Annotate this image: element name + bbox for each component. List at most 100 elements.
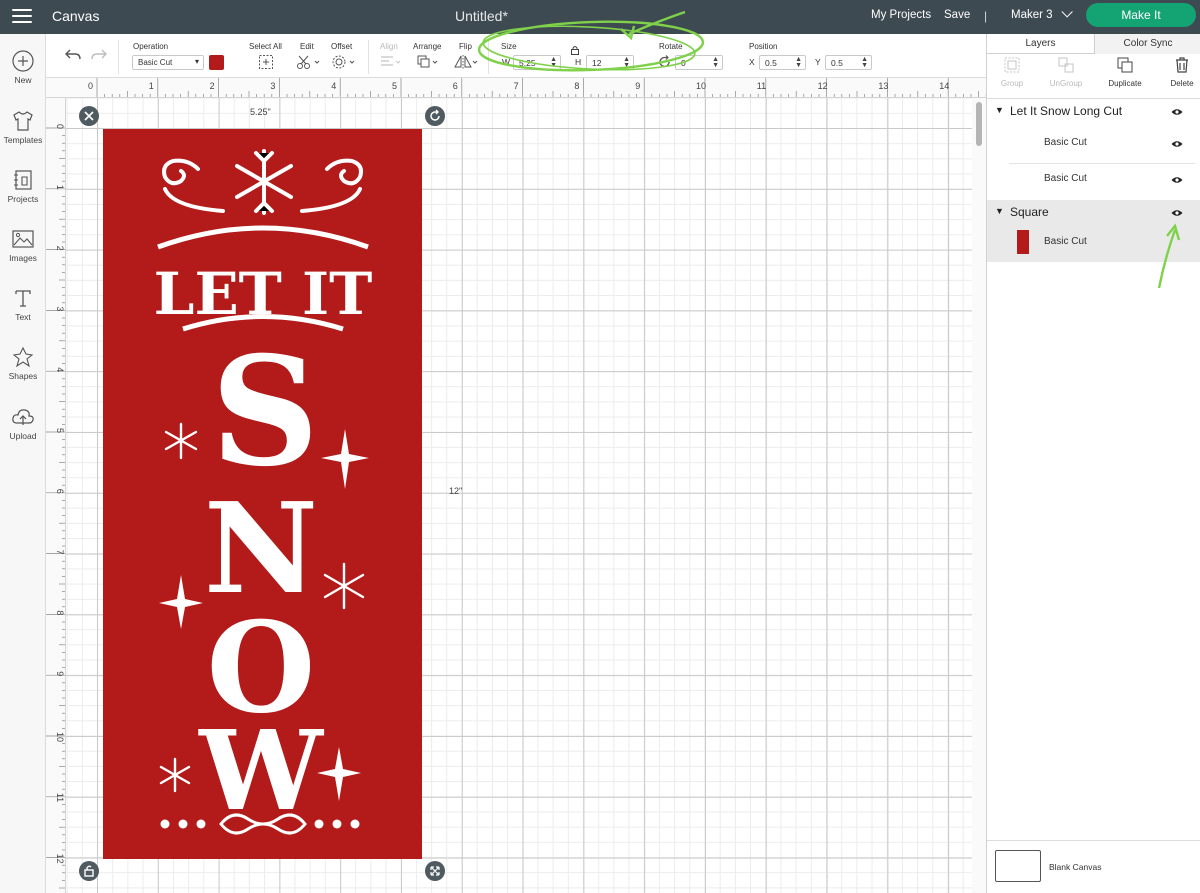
height-dimension-label: 12" [449, 486, 463, 496]
edit-scissors-icon[interactable] [296, 54, 320, 70]
select-all-label: Select All [249, 42, 282, 51]
edit-label: Edit [300, 42, 314, 51]
delete-label: Delete [1170, 79, 1194, 88]
vertical-scrollbar[interactable] [972, 98, 986, 893]
layer-item[interactable]: Basic Cut [1009, 130, 1195, 164]
machine-selector[interactable]: Maker 3 [1011, 6, 1073, 21]
upload-tool-label: Upload [9, 431, 37, 441]
ruler-label: 0 [88, 81, 93, 91]
lock-icon[interactable] [570, 45, 580, 55]
rotate-label: Rotate [659, 42, 683, 51]
ruler-label: 0 [55, 124, 65, 129]
ruler-label: 11 [757, 81, 766, 91]
duplicate-button[interactable]: Duplicate [1100, 56, 1150, 88]
images-tool-label: Images [9, 253, 37, 263]
ruler-label: 3 [270, 81, 275, 91]
ruler-label: 9 [635, 81, 640, 91]
width-label: W [502, 57, 511, 67]
ruler-label: 1 [149, 81, 154, 91]
layer-item[interactable]: Basic Cut [1009, 228, 1195, 260]
operation-color-swatch[interactable] [209, 55, 224, 70]
y-position-input[interactable]: 0.5 ▲ ▼ [825, 55, 872, 70]
group-button[interactable]: Group [987, 56, 1037, 88]
width-value: 5.25 [519, 58, 536, 68]
ruler-label: 13 [878, 81, 888, 91]
delete-button[interactable]: Delete [1157, 56, 1200, 88]
ruler-label: 1 [55, 185, 65, 190]
ruler-label: 2 [55, 246, 65, 251]
redo-icon[interactable] [90, 48, 108, 62]
height-input[interactable]: 12 ▲ ▼ [586, 55, 634, 70]
undo-icon[interactable] [64, 48, 82, 62]
ruler-label: 12 [55, 854, 65, 864]
new-tool[interactable]: New [0, 50, 46, 85]
tab-layers[interactable]: Layers [987, 34, 1094, 54]
operation-select[interactable]: Basic Cut ▾ [132, 55, 204, 70]
select-all-icon[interactable] [258, 54, 274, 70]
images-tool[interactable]: Images [0, 228, 46, 263]
text-tool-label: Text [15, 312, 31, 322]
align-icon[interactable] [379, 54, 403, 70]
x-position-input[interactable]: 0.5 ▲ ▼ [759, 55, 806, 70]
unlock-icon [84, 865, 94, 877]
templates-tool-label: Templates [3, 135, 43, 145]
stepper-arrows-icon[interactable]: ▲ ▼ [795, 56, 802, 69]
layer-group-square[interactable]: ▼ Square [987, 205, 1200, 227]
eye-icon[interactable] [1171, 108, 1183, 116]
flip-label: Flip [459, 42, 472, 51]
ruler-ticks-top: 0 1 2 3 4 5 6 7 8 9 10 11 12 13 14 [88, 78, 986, 97]
tab-color-sync[interactable]: Color Sync [1094, 34, 1200, 54]
resize-handle[interactable] [425, 861, 445, 881]
design-canvas[interactable]: 5.25" 12" LET IT S N O W [66, 98, 972, 893]
projects-tool[interactable]: Projects [0, 169, 46, 204]
upload-tool[interactable]: Upload [0, 406, 46, 441]
hamburger-menu-icon[interactable] [12, 8, 34, 26]
height-label: H [575, 57, 582, 67]
top-bar: Canvas Untitled* My Projects Save | Make… [0, 0, 1200, 34]
ruler-label: 14 [939, 81, 949, 91]
blank-canvas-swatch[interactable] [995, 850, 1041, 882]
offset-icon[interactable] [331, 54, 357, 70]
rotate-input[interactable]: 0 ▲ ▼ [675, 55, 723, 70]
document-title[interactable]: Untitled* [455, 8, 508, 24]
stepper-arrows-icon[interactable]: ▲ ▼ [861, 56, 868, 69]
stepper-arrows-icon[interactable]: ▲ ▼ [623, 56, 630, 69]
layer-item-label: Basic Cut [1044, 173, 1087, 184]
save-button[interactable]: Save [944, 9, 970, 21]
eye-icon[interactable] [1171, 209, 1183, 217]
stepper-arrows-icon[interactable]: ▲ ▼ [712, 56, 719, 69]
x-value: 0.5 [765, 58, 777, 68]
let-it-snow-design[interactable]: LET IT S N O W [103, 129, 422, 859]
delete-handle[interactable] [79, 106, 99, 126]
shapes-tool[interactable]: Shapes [0, 346, 46, 381]
arrange-icon[interactable] [416, 54, 440, 70]
ruler-label: 10 [696, 81, 706, 91]
plus-circle-icon [12, 50, 34, 72]
layer-group-let-it-snow[interactable]: ▼ Let It Snow Long Cut [987, 104, 1200, 126]
triangle-down-icon[interactable]: ▼ [995, 105, 1004, 115]
letter-w: W [198, 706, 324, 835]
rotate-icon [430, 109, 440, 121]
triangle-down-icon[interactable]: ▼ [995, 206, 1004, 216]
make-it-button[interactable]: Make It [1086, 3, 1196, 27]
my-projects-link[interactable]: My Projects [871, 9, 931, 21]
stepper-arrows-icon[interactable]: ▲ ▼ [550, 56, 557, 69]
rotate-handle[interactable] [425, 106, 445, 126]
templates-tool[interactable]: Templates [0, 110, 46, 145]
ruler-label: 7 [514, 81, 519, 91]
eye-icon[interactable] [1171, 176, 1183, 184]
layer-item-label: Basic Cut [1044, 137, 1087, 148]
width-input[interactable]: 5.25 ▲ ▼ [513, 55, 561, 70]
width-dimension-label: 5.25" [250, 107, 271, 117]
scrollbar-thumb[interactable] [976, 102, 982, 146]
chevron-down-icon [1061, 6, 1073, 18]
flip-icon[interactable] [453, 54, 479, 70]
ruler-label: 2 [210, 81, 215, 91]
new-tool-label: New [14, 75, 32, 85]
lock-handle[interactable] [79, 861, 99, 881]
eye-icon[interactable] [1171, 140, 1183, 148]
ungroup-button[interactable]: UnGroup [1041, 56, 1091, 88]
text-tool[interactable]: Text [0, 287, 46, 322]
layer-item[interactable]: Basic Cut [1009, 166, 1195, 200]
layers-panel: Layers Color Sync Group UnGroup Duplicat… [986, 34, 1200, 893]
